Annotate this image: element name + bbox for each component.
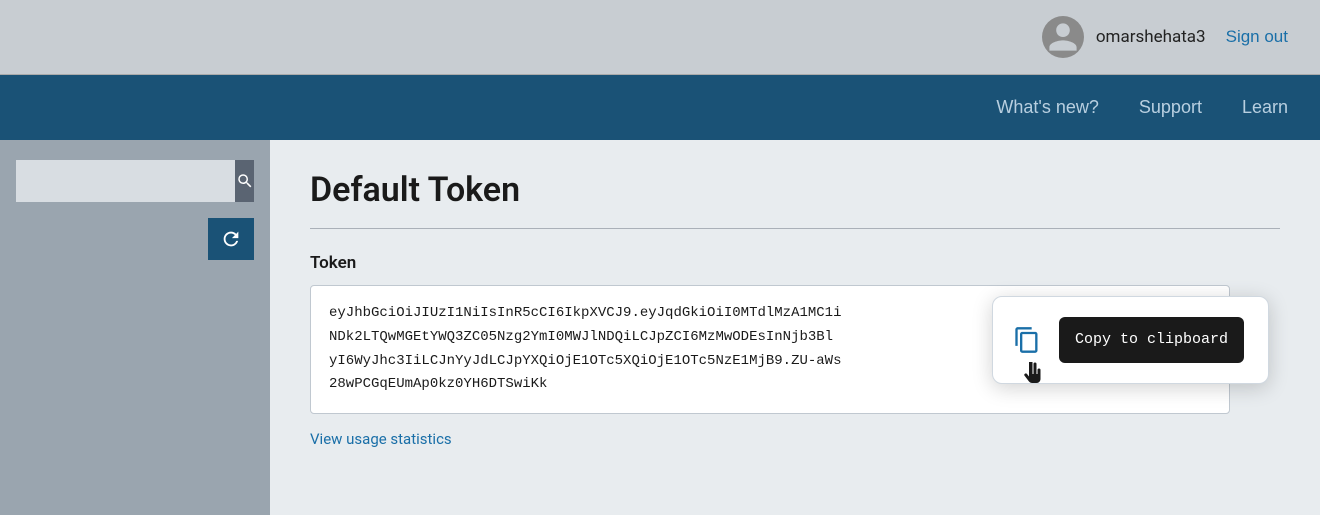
copy-tooltip-popup: Copy to clipboard <box>992 296 1269 384</box>
main-layout: Default Token Token eyJhbGciOiJIUzI1NiIs… <box>0 140 1320 515</box>
view-usage-link[interactable]: View usage statistics <box>310 430 452 448</box>
top-bar: omarshehata3 Sign out <box>0 0 1320 75</box>
copy-to-clipboard-button[interactable] <box>1009 322 1045 358</box>
search-container <box>16 160 254 202</box>
divider <box>310 228 1280 229</box>
search-button[interactable] <box>235 160 254 202</box>
token-box: eyJhbGciOiJIUzI1NiIsInR5cCI6IkpXVCJ9.eyJ… <box>310 285 1230 414</box>
whats-new-link[interactable]: What's new? <box>996 97 1098 118</box>
learn-link[interactable]: Learn <box>1242 97 1288 118</box>
nav-bar: What's new? Support Learn <box>0 75 1320 140</box>
copy-tooltip-label: Copy to clipboard <box>1059 317 1244 363</box>
sidebar <box>0 140 270 515</box>
search-input[interactable] <box>16 160 235 202</box>
token-label: Token <box>310 253 1280 273</box>
support-link[interactable]: Support <box>1139 97 1202 118</box>
user-section: omarshehata3 Sign out <box>1042 16 1296 58</box>
content-area: Default Token Token eyJhbGciOiJIUzI1NiIs… <box>270 140 1320 515</box>
avatar <box>1042 16 1084 58</box>
sign-out-button[interactable]: Sign out <box>1218 23 1296 51</box>
page-title: Default Token <box>310 170 1280 210</box>
refresh-button[interactable] <box>208 218 254 260</box>
username-label: omarshehata3 <box>1096 27 1206 47</box>
